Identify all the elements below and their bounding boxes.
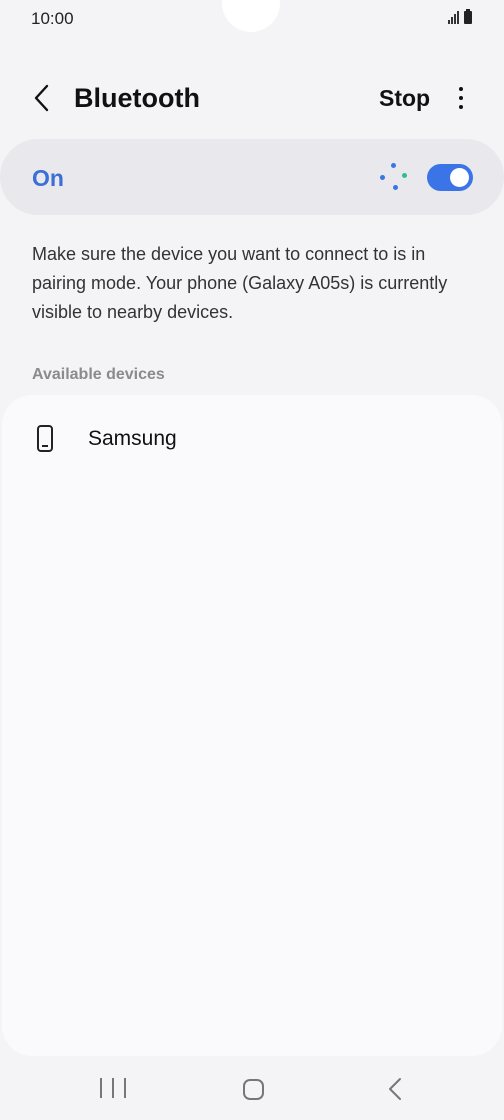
app-header: Bluetooth Stop (0, 70, 504, 126)
status-bar: 10:00 (0, 0, 504, 40)
device-name: Samsung (88, 427, 177, 450)
scanning-indicator-icon (378, 161, 412, 193)
recents-icon (100, 1078, 102, 1098)
page-title: Bluetooth (74, 83, 200, 113)
recents-button[interactable] (100, 1078, 126, 1100)
nav-back-button[interactable] (384, 1076, 408, 1102)
status-icons (448, 9, 472, 24)
status-time: 10:00 (31, 9, 74, 28)
camera-notch (222, 0, 280, 32)
home-button[interactable] (243, 1079, 264, 1100)
signal-icon (448, 11, 459, 24)
more-options-button[interactable] (446, 82, 476, 114)
bluetooth-toggle-row[interactable]: On (0, 139, 504, 215)
phone-icon (37, 425, 53, 452)
pairing-description: Make sure the device you want to connect… (32, 244, 448, 322)
chevron-left-icon (34, 84, 49, 112)
available-devices-list: Samsung (2, 395, 502, 1056)
more-vertical-icon (459, 87, 463, 91)
back-button[interactable] (22, 80, 62, 116)
available-devices-heading: Available devices (32, 366, 165, 383)
back-icon (389, 1078, 401, 1100)
bluetooth-settings-screen: 10:00 Bluetooth Stop On Make sure the de… (0, 0, 504, 1120)
list-item-device-samsung[interactable]: Samsung (2, 407, 502, 471)
stop-button[interactable]: Stop (379, 85, 430, 112)
switch-knob (450, 168, 469, 187)
bluetooth-switch[interactable] (427, 164, 473, 191)
battery-icon (464, 9, 472, 24)
system-nav-bar (0, 1058, 504, 1120)
toggle-state-label: On (32, 165, 64, 191)
